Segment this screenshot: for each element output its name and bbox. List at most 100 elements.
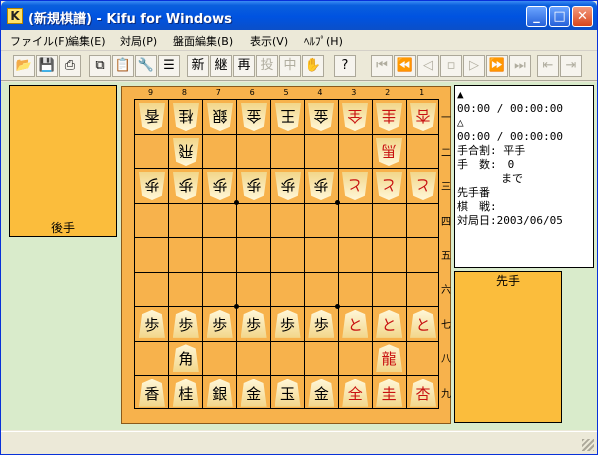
row-number: 一 — [441, 113, 451, 125]
shogi-piece[interactable]: 歩 — [206, 309, 233, 338]
info-line: 00:00 / 00:00:00 — [457, 130, 563, 143]
shogi-piece[interactable]: 歩 — [240, 309, 267, 338]
back-button[interactable]: ◁ — [417, 55, 439, 77]
tools-button[interactable]: 🔧 — [135, 55, 157, 77]
column-number: 1 — [419, 88, 425, 97]
shogi-piece[interactable]: 王 — [275, 103, 301, 131]
row-number: 五 — [441, 251, 451, 262]
save-button[interactable]: 💾 — [36, 55, 58, 77]
shogi-piece[interactable]: 香 — [139, 103, 165, 131]
continue-button[interactable]: 継 — [210, 55, 232, 77]
help-button[interactable]: ? — [334, 55, 356, 77]
menu-file[interactable]: ファイル(F) — [10, 33, 69, 49]
shogi-piece[interactable]: 全 — [342, 103, 368, 131]
branch-back-button[interactable]: ⇤ — [537, 55, 559, 77]
grid-line — [405, 100, 407, 408]
shogi-piece[interactable]: 馬 — [376, 138, 402, 166]
shogi-piece[interactable]: と — [376, 172, 402, 200]
shogi-piece[interactable]: 歩 — [308, 172, 334, 200]
list-button[interactable]: ☰ — [158, 55, 180, 77]
gote-piece-stand[interactable]: 後手 — [9, 85, 117, 237]
grid-line — [270, 100, 272, 408]
shogi-piece[interactable]: 全 — [342, 378, 369, 407]
first-button[interactable]: ⏮ — [371, 55, 393, 77]
open-button[interactable]: 📂 — [13, 55, 35, 77]
shogi-piece[interactable]: 歩 — [139, 172, 165, 200]
grid-line — [135, 202, 438, 204]
close-button[interactable]: ✕ — [572, 6, 593, 27]
grid-line — [202, 100, 204, 408]
menu-board-edit[interactable]: 盤面編集(B) — [173, 33, 233, 49]
shogi-piece[interactable]: 金 — [240, 378, 267, 407]
shogi-piece[interactable]: 歩 — [308, 309, 335, 338]
forward10-button[interactable]: ⏩ — [486, 55, 508, 77]
star-point — [335, 303, 341, 309]
column-number: 2 — [385, 88, 391, 97]
shogi-piece[interactable]: 金 — [241, 103, 267, 131]
shogi-piece[interactable]: 金 — [308, 103, 334, 131]
menu-game[interactable]: 対局(P) — [120, 33, 157, 49]
new-button[interactable]: 新 — [187, 55, 209, 77]
menu-edit[interactable]: 編集(E) — [68, 33, 106, 49]
copy-button[interactable]: ⧉ — [89, 55, 111, 77]
shogi-piece[interactable]: 歩 — [138, 309, 165, 338]
resign-button[interactable]: 投 — [256, 55, 278, 77]
shogi-piece[interactable]: と — [410, 309, 437, 338]
shogi-piece[interactable]: と — [410, 172, 436, 200]
wait-button[interactable]: ✋ — [302, 55, 324, 77]
column-number: 5 — [283, 88, 289, 97]
shogi-piece[interactable]: 香 — [138, 378, 165, 407]
shogi-piece[interactable]: 金 — [308, 378, 335, 407]
row-number: 三 — [441, 182, 451, 194]
shogi-piece[interactable]: 歩 — [274, 309, 301, 338]
shogi-piece[interactable]: と — [342, 172, 368, 200]
shogi-piece[interactable]: 銀 — [206, 378, 233, 407]
shogi-board[interactable]: 987654321 一二三四五六七八九 香桂銀金王金全圭杏飛馬歩歩歩歩歩歩ととと… — [121, 86, 451, 424]
shogi-piece[interactable]: 角 — [172, 344, 199, 373]
grid-line — [135, 271, 438, 273]
forward-button[interactable]: ▷ — [463, 55, 485, 77]
shogi-piece[interactable]: 圭 — [376, 103, 402, 131]
print-button[interactable]: ⎙ — [59, 55, 81, 77]
shogi-piece[interactable]: 歩 — [207, 172, 233, 200]
shogi-piece[interactable]: 杏 — [410, 103, 436, 131]
menu-help[interactable]: ﾍﾙﾌﾟ(H) — [304, 33, 343, 49]
maximize-button[interactable]: □ — [549, 6, 570, 27]
minimize-button[interactable]: _ — [526, 6, 547, 27]
back10-button[interactable]: ⏪ — [394, 55, 416, 77]
shogi-piece[interactable]: 飛 — [173, 138, 199, 166]
sente-label: 先手 — [495, 274, 520, 288]
info-line: 手 数: 0 — [457, 158, 515, 171]
sente-piece-stand[interactable]: 先手 — [454, 271, 562, 423]
grid-line — [135, 168, 438, 170]
shogi-piece[interactable]: 龍 — [376, 344, 403, 373]
stop-button[interactable]: ▫ — [440, 55, 462, 77]
branch-forward-button[interactable]: ⇥ — [560, 55, 582, 77]
last-button[interactable]: ⏭ — [509, 55, 531, 77]
shogi-piece[interactable]: 桂 — [172, 378, 199, 407]
board-grid[interactable]: 香桂銀金王金全圭杏飛馬歩歩歩歩歩歩ととと歩歩歩歩歩歩ととと角龍香桂銀金玉金全圭杏 — [134, 99, 439, 409]
shogi-piece[interactable]: 歩 — [241, 172, 267, 200]
menu-view[interactable]: 表示(V) — [250, 33, 288, 49]
replay-button[interactable]: 再 — [233, 55, 255, 77]
menu-bar: ファイル(F) 編集(E) 対局(P) 盤面編集(B) 表示(V) ﾍﾙﾌﾟ(H… — [1, 30, 597, 51]
shogi-piece[interactable]: 玉 — [274, 378, 301, 407]
paste-button[interactable]: 📋 — [112, 55, 134, 77]
star-point — [335, 200, 341, 206]
info-line: 対局日:2003/06/05 — [457, 214, 563, 227]
shogi-piece[interactable]: と — [342, 309, 369, 338]
shogi-piece[interactable]: 圭 — [376, 378, 403, 407]
info-line: ▲ — [457, 88, 464, 101]
resize-grip-icon[interactable] — [582, 439, 594, 451]
shogi-piece[interactable]: 杏 — [410, 378, 437, 407]
shogi-piece[interactable]: 銀 — [207, 103, 233, 131]
shogi-piece[interactable]: 歩 — [172, 309, 199, 338]
shogi-piece[interactable]: 歩 — [275, 172, 301, 200]
row-number: 六 — [441, 285, 451, 297]
title-bar[interactable]: K (新規棋譜) - Kifu for Windows _ □ ✕ — [1, 1, 597, 30]
interrupt-button[interactable]: 中 — [279, 55, 301, 77]
shogi-piece[interactable]: 歩 — [173, 172, 199, 200]
shogi-piece[interactable]: と — [376, 309, 403, 338]
info-line: 手合割: 平手 — [457, 144, 526, 157]
shogi-piece[interactable]: 桂 — [173, 103, 199, 131]
